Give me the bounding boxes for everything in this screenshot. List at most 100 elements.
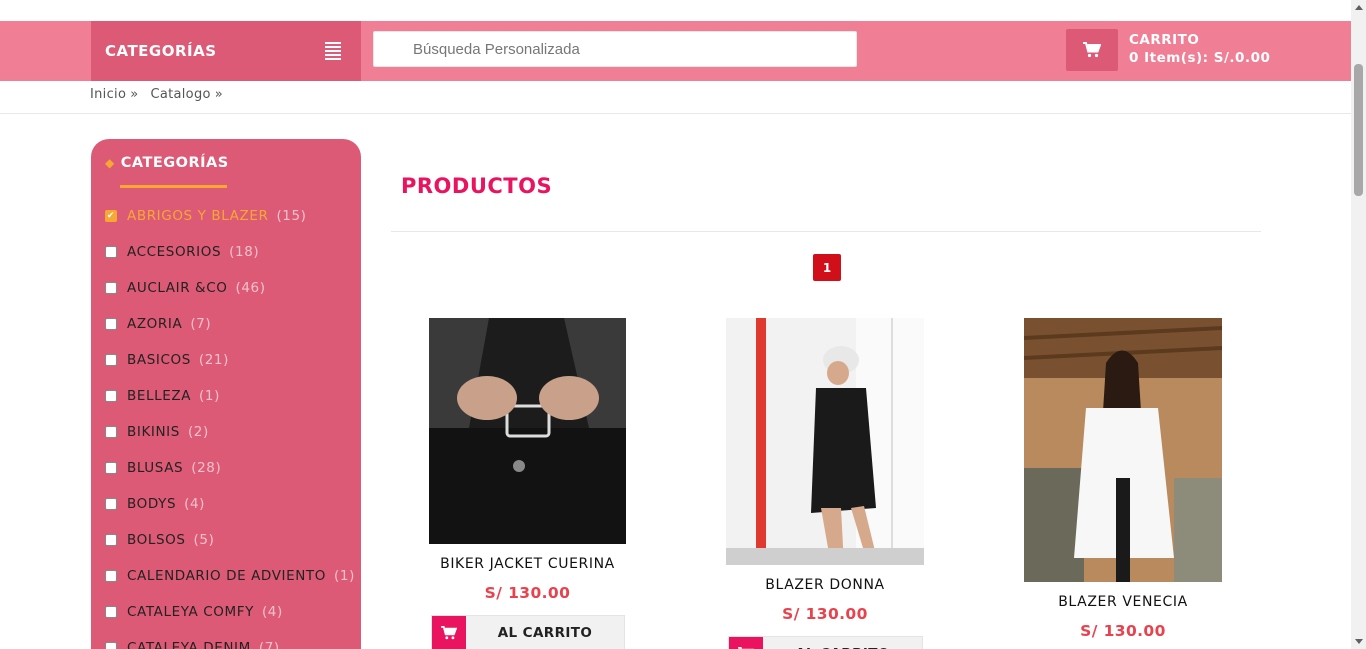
checkbox[interactable] (105, 318, 117, 330)
category-count: (18) (229, 244, 260, 260)
section-title: PRODUCTOS (401, 174, 553, 198)
category-count: (1) (199, 388, 220, 404)
scroll-down-arrow-icon[interactable] (1355, 639, 1363, 644)
checkbox[interactable] (105, 390, 117, 402)
cart-button[interactable] (1066, 29, 1118, 71)
add-to-cart-button[interactable]: AL CARRITO (431, 615, 625, 649)
search-input[interactable] (374, 32, 856, 66)
sidebar-title: ◆ CATEGORÍAS (105, 155, 229, 171)
category-item[interactable]: BODYS (4) (105, 486, 355, 522)
category-name: CATALEYA DENIM (127, 640, 251, 649)
shopping-cart-icon (441, 626, 457, 640)
category-name: BLUSAS (127, 460, 184, 476)
category-name: BASICOS (127, 352, 191, 368)
scroll-up-arrow-icon[interactable] (1355, 5, 1363, 10)
category-count: (4) (184, 496, 206, 512)
category-count: (15) (276, 208, 307, 224)
category-item[interactable]: ACCESORIOS (18) (105, 234, 355, 270)
category-item[interactable]: CATALEYA COMFY (4) (105, 594, 355, 630)
category-name: BODYS (127, 496, 177, 512)
category-count: (46) (235, 280, 266, 296)
category-name: ACCESORIOS (127, 244, 222, 260)
category-sidebar: ◆ CATEGORÍAS ✔ ABRIGOS Y BLAZER (15) ACC… (91, 139, 361, 649)
product-image-blazer-donna[interactable] (726, 318, 924, 565)
hamburger-menu-icon[interactable] (325, 42, 341, 60)
categories-toggle[interactable]: CATEGORÍAS (91, 21, 361, 81)
cart-summary[interactable]: CARRITO 0 Item(s): S/.0.00 (1129, 31, 1270, 67)
category-item[interactable]: BASICOS (21) (105, 342, 355, 378)
breadcrumb-link-inicio[interactable]: Inicio (90, 87, 126, 102)
scrollbar-thumb[interactable] (1354, 64, 1363, 196)
breadcrumb-link-catalogo[interactable]: Catalogo (150, 87, 210, 102)
category-count: (2) (187, 424, 209, 440)
checkbox[interactable] (105, 354, 117, 366)
top-nav-bar: CATEGORÍAS CARRITO 0 Item(s): S/.0.00 (0, 21, 1351, 81)
add-to-cart-button[interactable]: AL CARRITO (728, 636, 923, 649)
product-name[interactable]: BIKER JACKET CUERINA (409, 556, 646, 572)
page: { "header": { "categories_label": "CATEG… (0, 0, 1366, 649)
category-count: (7) (258, 640, 280, 649)
category-name: ABRIGOS Y BLAZER (127, 208, 269, 224)
search-box (373, 31, 857, 67)
category-count: (4) (261, 604, 283, 620)
category-list: ✔ ABRIGOS Y BLAZER (15) ACCESORIOS (18) … (105, 198, 355, 649)
category-item[interactable]: BLUSAS (28) (105, 450, 355, 486)
checkbox[interactable] (105, 282, 117, 294)
category-item[interactable]: CALENDARIO DE ADVIENTO (1) (105, 558, 355, 594)
category-item[interactable]: AZORIA (7) (105, 306, 355, 342)
category-item[interactable]: BOLSOS (5) (105, 522, 355, 558)
sidebar-title-label: CATEGORÍAS (120, 155, 229, 171)
checkbox[interactable] (105, 462, 117, 474)
white-blazer-photo (1024, 318, 1222, 582)
divider (391, 231, 1261, 232)
cart-title: CARRITO (1129, 32, 1200, 48)
product-image-biker-jacket[interactable] (429, 318, 626, 544)
category-item[interactable]: ✔ ABRIGOS Y BLAZER (15) (105, 198, 355, 234)
category-item[interactable]: BELLEZA (1) (105, 378, 355, 414)
product-name[interactable]: BLAZER DONNA (706, 577, 944, 593)
cart-items-total: 0 Item(s): S/.0.00 (1129, 50, 1271, 66)
category-count: (21) (198, 352, 229, 368)
category-item[interactable]: CATALEYA DENIM (7) (105, 630, 355, 649)
checkbox[interactable] (105, 570, 117, 582)
cart-icon-box (432, 616, 466, 649)
shopping-cart-icon (1083, 42, 1101, 58)
category-name: BELLEZA (127, 388, 192, 404)
categories-toggle-label: CATEGORÍAS (105, 42, 217, 60)
black-blazer-photo (726, 318, 924, 565)
pagination-page-current[interactable]: 1 (813, 254, 841, 281)
product-price: S/ 130.00 (782, 605, 868, 623)
category-count: (7) (190, 316, 212, 332)
product-price: S/ 130.00 (484, 584, 571, 602)
cart-icon-box (729, 637, 763, 649)
add-to-cart-label: AL CARRITO (497, 625, 593, 641)
category-name: CALENDARIO DE ADVIENTO (127, 568, 327, 584)
checkbox[interactable] (105, 606, 117, 618)
checkbox-checked[interactable]: ✔ (105, 210, 117, 222)
category-count: (28) (191, 460, 222, 476)
checkbox[interactable] (105, 498, 117, 510)
checkbox[interactable] (105, 642, 117, 649)
black-jacket-photo (429, 318, 626, 544)
checkbox[interactable] (105, 534, 117, 546)
diamond-icon: ◆ (105, 156, 115, 170)
breadcrumb-separator: » (214, 87, 224, 102)
sidebar-title-underline (120, 185, 227, 188)
category-name: CATALEYA COMFY (127, 604, 254, 620)
page-scrollbar[interactable] (1351, 0, 1366, 649)
category-name: BIKINIS (127, 424, 180, 440)
breadcrumb: Inicio » Catalogo » (90, 87, 231, 102)
product-image-blazer-venecia[interactable] (1024, 318, 1222, 582)
category-item[interactable]: AUCLAIR &CO (46) (105, 270, 355, 306)
product-name[interactable]: BLAZER VENECIA (1004, 594, 1242, 610)
category-count: (5) (193, 532, 215, 548)
category-name: BOLSOS (127, 532, 186, 548)
checkbox[interactable] (105, 246, 117, 258)
category-name: AZORIA (127, 316, 183, 332)
divider (0, 113, 1351, 114)
category-item[interactable]: BIKINIS (2) (105, 414, 355, 450)
product-price: S/ 130.00 (1080, 622, 1166, 640)
category-name: AUCLAIR &CO (127, 280, 228, 296)
checkbox[interactable] (105, 426, 117, 438)
breadcrumb-separator: » (130, 87, 139, 102)
